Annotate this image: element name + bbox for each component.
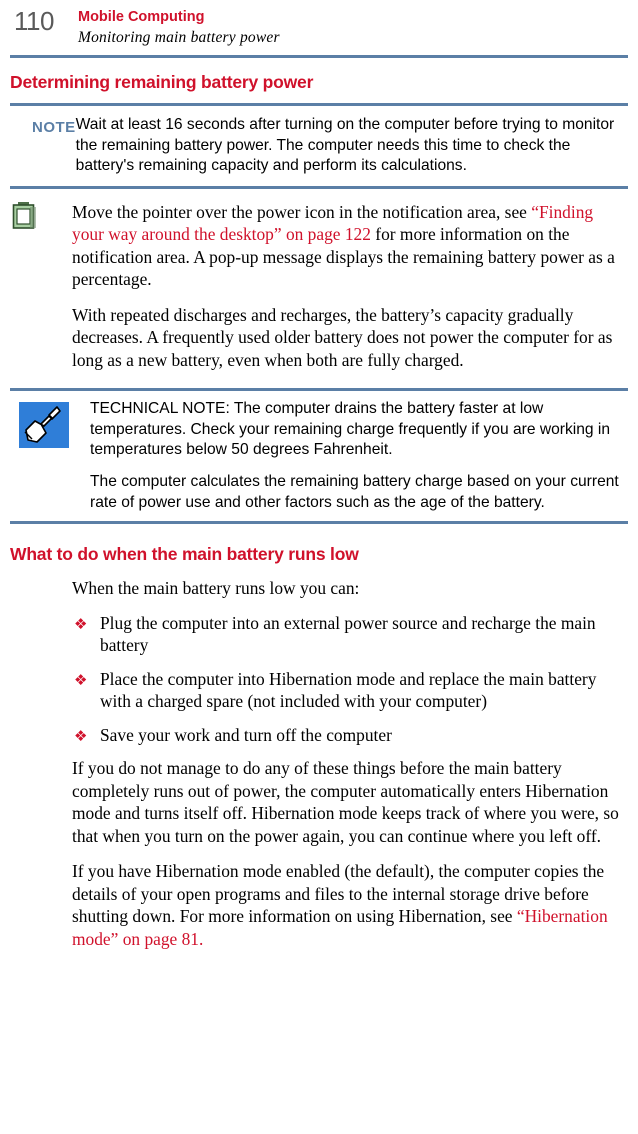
header-title: Mobile Computing xyxy=(78,9,205,25)
tech-note-body: TECHNICAL NOTE: The computer drains the … xyxy=(90,399,628,513)
tech-note-bottom-rule xyxy=(10,521,628,525)
low-battery-content: When the main battery runs low you can: … xyxy=(72,577,628,950)
note-bottom-rule xyxy=(10,185,628,189)
low-battery-paragraph-1: If you do not manage to do any of these … xyxy=(72,758,619,846)
battery-p1-part1: Move the pointer over the power icon in … xyxy=(72,201,532,222)
header-text-group: Mobile Computing Monitoring main battery… xyxy=(78,6,280,48)
section-heading-low-battery: What to do when the main battery runs lo… xyxy=(10,544,359,565)
list-item-text: Place the computer into Hibernation mode… xyxy=(100,668,597,712)
note-block: NOTE Wait at least 16 seconds after turn… xyxy=(10,103,628,189)
section-heading-determining: Determining remaining battery power xyxy=(10,72,314,92)
header-subtitle: Monitoring main battery power xyxy=(78,29,280,46)
note-body: Wait at least 16 seconds after turning o… xyxy=(76,115,628,177)
note-label-column: NOTE xyxy=(10,115,76,177)
technical-note-block: TECHNICAL NOTE: The computer drains the … xyxy=(10,388,628,525)
page-number: 110 xyxy=(14,6,54,36)
wrench-icon xyxy=(16,402,72,455)
page-header: 110 Mobile Computing Monitoring main bat… xyxy=(10,0,628,48)
tech-note-paragraph-2: The computer calculates the remaining ba… xyxy=(90,473,619,511)
battery-icon-column xyxy=(10,201,72,372)
list-item: ❖ Plug the computer into an external powe… xyxy=(72,612,628,657)
list-item-text: Plug the computer into an external power… xyxy=(100,612,596,656)
note-text: Wait at least 16 seconds after turning o… xyxy=(75,116,615,175)
note-label: NOTE xyxy=(32,119,76,136)
battery-paragraph-1: Move the pointer over the power icon in … xyxy=(72,201,626,291)
low-battery-bullet-list: ❖ Plug the computer into an external powe… xyxy=(72,612,628,747)
bullet-diamond-icon: ❖ xyxy=(74,670,88,689)
list-item: ❖ Save your work and turn off the compute… xyxy=(72,724,628,747)
battery-paragraph-2: With repeated discharges and recharges, … xyxy=(72,304,613,370)
bullet-diamond-icon: ❖ xyxy=(74,726,88,745)
header-divider xyxy=(10,55,628,58)
list-item-text: Save your work and turn off the computer xyxy=(100,724,392,745)
low-battery-paragraph-2: If you have Hibernation mode enabled (th… xyxy=(72,860,628,950)
low-battery-intro: When the main battery runs low you can: xyxy=(72,578,360,599)
tech-note-paragraph-1: TECHNICAL NOTE: The computer drains the … xyxy=(90,400,611,459)
battery-text-column: Move the pointer over the power icon in … xyxy=(72,201,628,372)
list-item: ❖ Place the computer into Hibernation mod… xyxy=(72,668,628,713)
battery-info-block: Move the pointer over the power icon in … xyxy=(10,189,628,372)
document-page: 110 Mobile Computing Monitoring main bat… xyxy=(0,0,638,1134)
battery-icon xyxy=(12,201,38,235)
bullet-diamond-icon: ❖ xyxy=(74,614,88,633)
tech-note-icon-column xyxy=(10,399,90,513)
